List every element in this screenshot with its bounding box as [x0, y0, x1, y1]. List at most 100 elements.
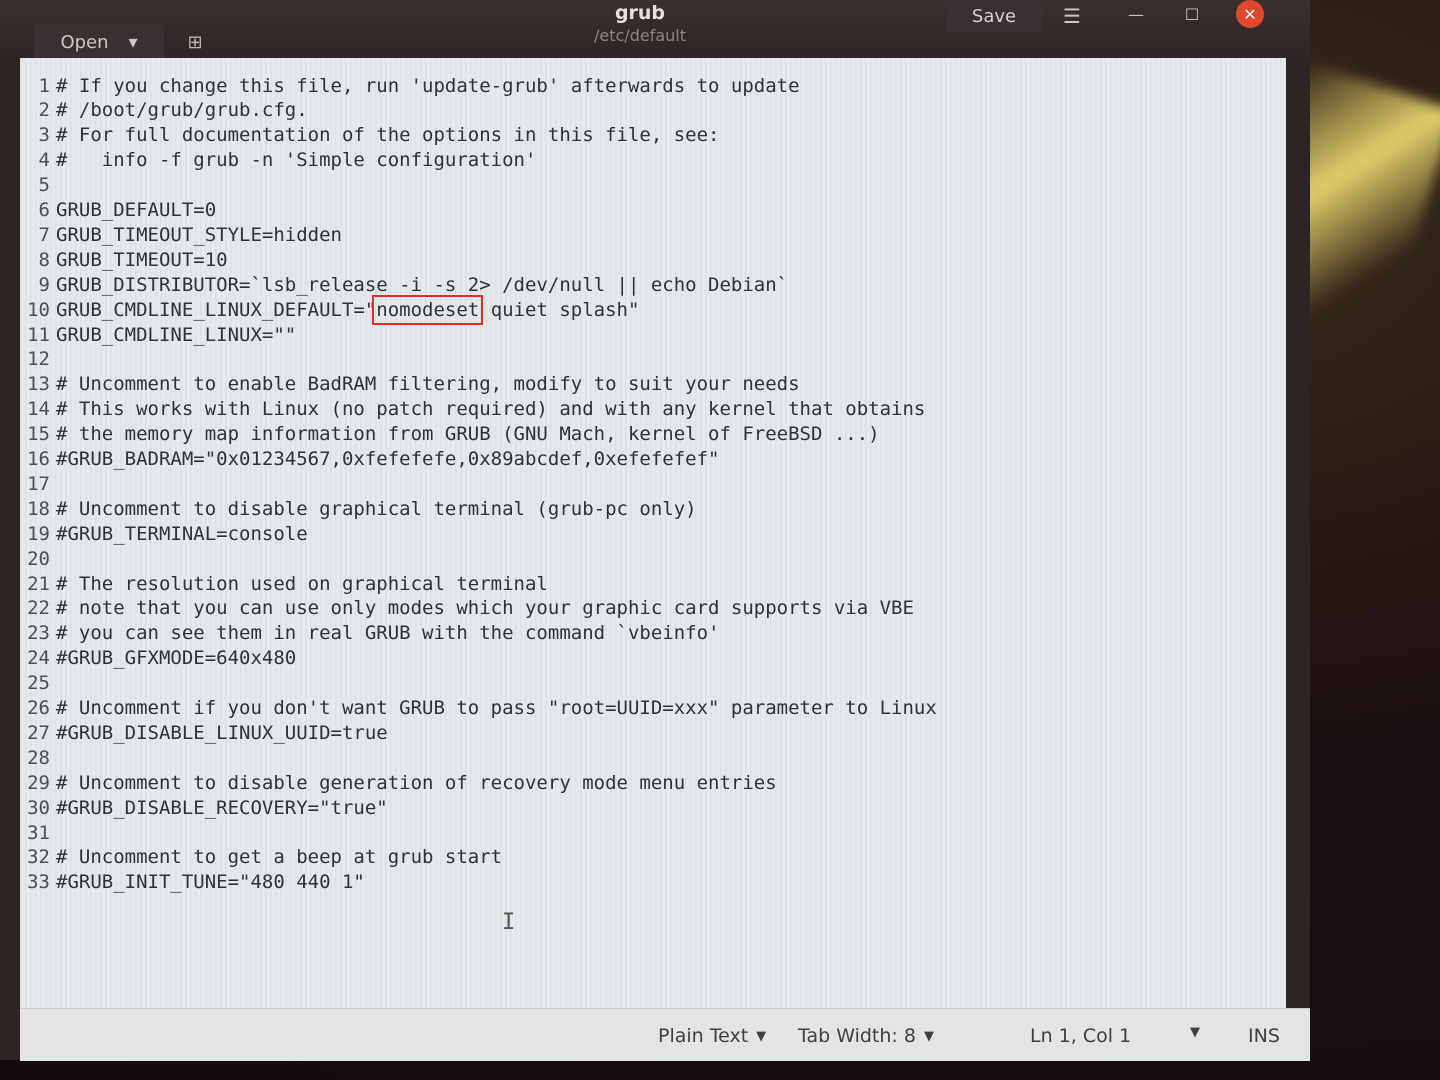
code-line[interactable]: 10 GRUB_CMDLINE_LINUX_DEFAULT=" nomodeset … — [20, 294, 639, 325]
code-text: # you can see them in real GRUB with the… — [56, 622, 720, 645]
code-line[interactable]: 31 — [20, 820, 56, 845]
code-line[interactable]: 29 # Uncomment to disable generation of r… — [20, 770, 777, 795]
line-number: 2 — [38, 99, 50, 122]
code-line[interactable]: 23 # you can see them in real GRUB with t… — [20, 621, 719, 646]
line-number: 29 — [27, 771, 50, 794]
code-line[interactable]: 32 # Uncomment to get a beep at grub star… — [20, 845, 502, 870]
cursor-position-selector[interactable]: Ln 1, Col 1 — [1030, 1025, 1131, 1047]
code-text: GRUB_CMDLINE_LINUX="" — [56, 323, 297, 346]
code-line[interactable]: 4 # info -f grub -n 'Simple configuration… — [20, 148, 537, 173]
line-number: 33 — [27, 871, 50, 894]
code-text: # The resolution used on graphical termi… — [56, 572, 548, 595]
code-text: #GRUB_TERMINAL=console — [56, 522, 308, 545]
minimize-icon[interactable]: — — [1118, 0, 1154, 28]
highlighted-text: nomodeset — [372, 294, 484, 325]
code-line[interactable]: 18 # Uncomment to disable graphical termi… — [20, 496, 697, 521]
code-line[interactable]: 20 — [20, 546, 56, 571]
chevron-down-icon: ▼ — [1190, 1025, 1200, 1040]
line-number: 24 — [27, 647, 50, 670]
code-text: #GRUB_BADRAM="0x01234567,0xfefefefe,0x89… — [56, 448, 720, 470]
code-line[interactable]: 16 #GRUB_BADRAM="0x01234567,0xfefefefe,0x… — [20, 447, 719, 472]
code-text: # Uncomment if you don't want GRUB to pa… — [56, 697, 937, 719]
code-line[interactable]: 6 GRUB_DEFAULT=0 — [20, 198, 217, 223]
code-line[interactable]: 17 — [20, 471, 56, 496]
line-number: 30 — [27, 796, 50, 819]
line-number: 22 — [27, 597, 50, 620]
code-line[interactable]: 5 — [20, 173, 56, 198]
chevron-down-icon: ▼ — [923, 1028, 934, 1044]
line-number: 16 — [27, 448, 50, 470]
chevron-down-icon[interactable]: ▾ — [129, 32, 138, 53]
line-number: 32 — [27, 846, 50, 869]
code-line[interactable]: 25 — [20, 671, 56, 696]
line-number: 18 — [27, 497, 50, 520]
save-button[interactable]: Save — [946, 0, 1042, 32]
code-line[interactable]: 15 # the memory map information from GRUB… — [20, 422, 880, 447]
line-number: 19 — [27, 522, 50, 545]
code-text: # note that you can use only modes which… — [56, 597, 914, 620]
code-line[interactable]: 7 GRUB_TIMEOUT_STYLE=hidden — [20, 222, 342, 247]
tab-width-selector[interactable]: Tab Width: 8 ▼ — [798, 1025, 934, 1047]
text-editor-area[interactable]: 1 # If you change this file, run 'update-… — [20, 58, 1286, 1008]
chevron-down-icon: ▼ — [756, 1028, 767, 1044]
code-line[interactable]: 3 # For full documentation of the options… — [20, 123, 720, 148]
code-text: GRUB_CMDLINE_LINUX_DEFAULT=" — [56, 298, 377, 321]
status-bar: Plain Text ▼ Tab Width: 8 ▼ Ln 1, Col 1 … — [20, 1008, 1310, 1061]
line-number: 31 — [27, 821, 50, 844]
code-line[interactable]: 24 #GRUB_GFXMODE=640x480 — [20, 646, 296, 671]
code-line[interactable]: 30 #GRUB_DISABLE_RECOVERY="true" — [20, 795, 388, 820]
cursor-position-dropdown[interactable]: ▼ — [1190, 1025, 1200, 1040]
code-text: #GRUB_DISABLE_LINUX_UUID=true — [56, 721, 388, 744]
code-text: # Uncomment to disable graphical termina… — [56, 497, 697, 520]
line-number: 17 — [27, 472, 50, 495]
code-line[interactable]: 27 #GRUB_DISABLE_LINUX_UUID=true — [20, 720, 388, 745]
line-number: 1 — [38, 74, 50, 97]
line-number: 12 — [27, 348, 50, 371]
maximize-icon[interactable]: ☐ — [1174, 0, 1210, 28]
code-line[interactable]: 12 — [20, 347, 56, 372]
code-line[interactable]: 33 #GRUB_INIT_TUNE="480 440 1" — [20, 870, 365, 895]
gedit-window: Open ▾ ⊞ grub /etc/default Save ☰ — ☐ ✕ … — [0, 0, 1310, 1061]
insert-mode-indicator[interactable]: INS — [1248, 1025, 1280, 1047]
code-text: #GRUB_INIT_TUNE="480 440 1" — [56, 871, 365, 894]
code-line[interactable]: 26 # Uncomment if you don't want GRUB to … — [20, 696, 937, 721]
line-number: 6 — [38, 199, 50, 221]
code-text: # the memory map information from GRUB (… — [56, 423, 880, 446]
language-label: Plain Text — [658, 1025, 749, 1047]
line-number: 21 — [27, 572, 50, 595]
line-number: 8 — [38, 248, 50, 271]
code-text: GRUB_TIMEOUT_STYLE=hidden — [56, 223, 342, 246]
code-line[interactable]: 19 #GRUB_TERMINAL=console — [20, 521, 308, 546]
code-line[interactable]: 2 # /boot/grub/grub.cfg. — [20, 98, 308, 123]
line-number: 28 — [27, 746, 50, 769]
line-number: 11 — [27, 323, 50, 346]
close-icon[interactable]: ✕ — [1236, 0, 1264, 28]
code-text: GRUB_TIMEOUT=10 — [56, 248, 228, 271]
code-text: # /boot/grub/grub.cfg. — [56, 99, 308, 122]
code-line[interactable]: 28 — [20, 745, 56, 770]
cursor-position-label: Ln 1, Col 1 — [1030, 1025, 1132, 1047]
language-selector[interactable]: Plain Text ▼ — [658, 1025, 766, 1047]
window-subtitle: /etc/default — [594, 26, 686, 45]
line-number: 27 — [27, 721, 50, 744]
code-line[interactable]: 21 # The resolution used on graphical ter… — [20, 571, 548, 596]
code-text: # This works with Linux (no patch requir… — [56, 398, 926, 421]
line-number: 10 — [27, 298, 50, 321]
code-text: #GRUB_GFXMODE=640x480 — [56, 647, 297, 670]
code-line[interactable]: 9 GRUB_DISTRIBUTOR=`lsb_release -i -s 2> … — [20, 272, 789, 297]
tab-width-label: Tab Width: 8 — [798, 1025, 916, 1047]
code-line[interactable]: 22 # note that you can use only modes whi… — [20, 596, 914, 621]
code-text: GRUB_DEFAULT=0 — [56, 199, 217, 221]
code-line[interactable]: 11 GRUB_CMDLINE_LINUX="" — [20, 322, 296, 347]
code-line[interactable]: 1 # If you change this file, run 'update-… — [20, 73, 800, 98]
line-number: 4 — [38, 149, 50, 172]
code-line[interactable]: 13 # Uncomment to enable BadRAM filtering… — [20, 372, 799, 397]
code-line[interactable]: 8 GRUB_TIMEOUT=10 — [20, 247, 228, 272]
code-line[interactable]: 14 # This works with Linux (no patch requ… — [20, 397, 925, 422]
code-text: #GRUB_DISABLE_RECOVERY="true" — [56, 796, 388, 819]
line-number: 13 — [27, 373, 50, 396]
code-text: # info -f grub -n 'Simple configuration' — [56, 149, 537, 172]
open-button[interactable]: Open ▾ — [34, 24, 164, 60]
new-document-icon[interactable]: ⊞ — [180, 28, 210, 56]
hamburger-menu-icon[interactable]: ☰ — [1052, 0, 1092, 32]
